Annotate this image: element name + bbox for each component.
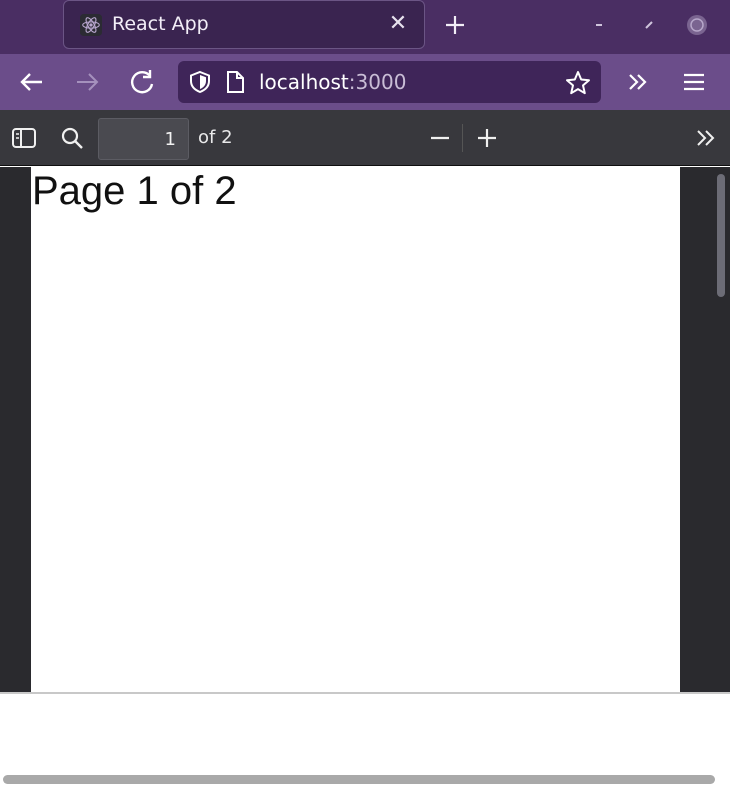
tab-title: React App [112,13,209,35]
page-icon[interactable] [224,70,246,94]
horizontal-scrollbar-thumb[interactable] [3,775,715,784]
tools-menu-button[interactable] [692,124,720,152]
window-close-button[interactable] [686,14,708,36]
tab-close-button[interactable]: ✕ [388,12,408,36]
new-tab-button[interactable] [440,10,470,40]
react-logo-icon [80,14,102,36]
url-bar[interactable]: localhost:3000 [178,61,601,103]
shield-icon[interactable] [188,70,212,94]
star-icon[interactable] [564,69,592,97]
zoom-out-button[interactable] [426,124,454,152]
back-button[interactable] [16,66,48,98]
tab-strip: React App ✕ [0,0,730,54]
page-count-label: of 2 [198,127,233,148]
zoom-in-button[interactable] [473,124,501,152]
url-port: :3000 [348,70,407,94]
pdf-page: Page 1 of 2 [31,167,680,692]
url-host: localhost [259,70,349,94]
vertical-scrollbar-thumb[interactable] [717,174,725,297]
sidebar-toggle-icon[interactable] [10,124,38,152]
page-body [0,692,730,794]
tab-react-app[interactable]: React App ✕ [63,0,425,49]
forward-button[interactable] [71,66,103,98]
overflow-menu-button[interactable] [622,66,654,98]
pdf-toolbar: of 2 [0,110,730,166]
pdf-page-text: Page 1 of 2 [32,169,237,213]
nav-toolbar: localhost:3000 [0,54,730,110]
url-text[interactable]: localhost:3000 [259,70,406,94]
reload-button[interactable] [126,66,158,98]
minimize-button[interactable] [588,14,610,36]
hamburger-menu-button[interactable] [678,66,710,98]
search-icon[interactable] [58,124,86,152]
pdf-viewer-container[interactable]: Page 1 of 2 [0,167,730,692]
restore-button[interactable] [638,14,660,36]
toolbar-separator [462,124,463,152]
page-number-input[interactable] [98,118,189,160]
